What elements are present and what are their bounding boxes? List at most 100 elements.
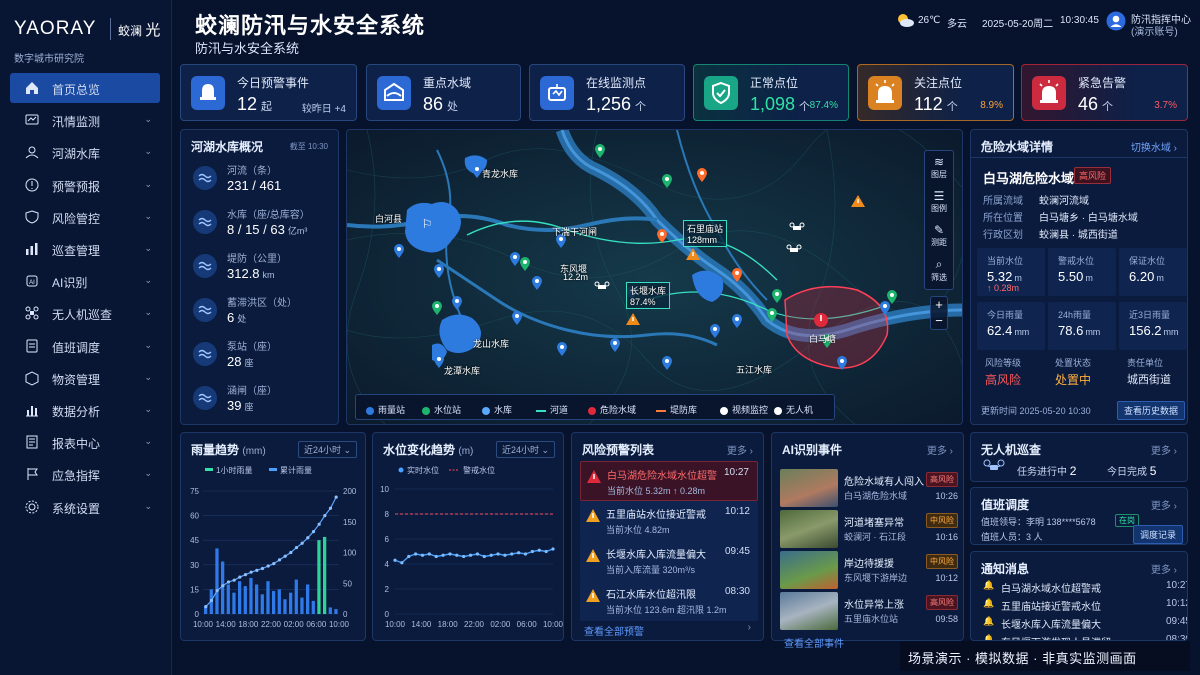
nav-label: 巡查管理 <box>52 244 101 258</box>
monitor-point-icon <box>540 76 574 110</box>
tool-legend[interactable]: ☰ 图例 <box>925 189 953 214</box>
nav-item-12[interactable]: 应急指挥 ⌄ <box>10 459 160 489</box>
risk-item[interactable]: 白马湖危险水域水位超警 当前水位 5.32m ↑ 0.28m 10:27 <box>580 461 758 501</box>
legend-item[interactable]: 视频监控 <box>720 403 768 416</box>
kpi-card-5[interactable]: 紧急告警 46 个 3.7% <box>1021 64 1188 121</box>
rain-range-select[interactable]: 近24小时 ⌄ <box>297 441 357 458</box>
water-range-select[interactable]: 近24小时 ⌄ <box>495 441 555 458</box>
overview-row[interactable]: 泵站（座） 28 座 <box>191 336 339 374</box>
dispatch-record-button[interactable]: 调度记录 <box>1133 525 1184 544</box>
kpi-card-2[interactable]: 在线监测点 1,256 个 <box>529 64 685 121</box>
risk-item[interactable]: 长堰水库入库流量偏大 当前入库流量 320m³/s 09:45 <box>580 541 758 581</box>
warning-light-icon <box>868 76 902 110</box>
risk-item[interactable]: 五里庙站水位接近警戒 当前水位 4.82m 10:12 <box>580 501 758 541</box>
update-time: 更新时间 2025-05-20 10:30 <box>981 406 1091 416</box>
camera-thumbnail[interactable] <box>780 469 838 507</box>
notice-item[interactable]: 🔔五里庙站接近警戒水位10:12 <box>983 598 1187 614</box>
overview-row[interactable]: 水库（座/总库容） 8 / 15 / 63 亿m³ <box>191 204 339 242</box>
nav-item-10[interactable]: 数据分析 ⌄ <box>10 395 160 425</box>
duty-persons: 值班人员：3 人 <box>981 532 1043 542</box>
patrol-icon <box>26 243 38 255</box>
legend-item[interactable]: 危险水域 <box>588 403 636 416</box>
legend-item[interactable]: 水位站 <box>422 403 461 416</box>
kpi-card-4[interactable]: 关注点位 112 个 8.9% <box>857 64 1014 121</box>
rain-bar <box>300 597 304 614</box>
notice-item[interactable]: 🔔白马湖水域水位超警戒10:27 <box>983 580 1187 596</box>
y-tick-label: 15 <box>190 585 199 594</box>
nav-item-11[interactable]: 报表中心 ⌄ <box>10 427 160 457</box>
history-button[interactable]: 查看历史数据 <box>1117 401 1186 420</box>
nav-item-0[interactable]: 首页总览 <box>10 73 160 103</box>
kpi-card-3[interactable]: 正常点位 1,098 个 87.4% <box>693 64 849 121</box>
nav-item-3[interactable]: 预警预报 ⌄ <box>10 170 160 200</box>
rain-bar <box>289 592 293 614</box>
camera-thumbnail[interactable] <box>780 510 838 548</box>
user-avatar-icon[interactable] <box>1106 11 1126 31</box>
tool-filter[interactable]: ⌕ 筛选 <box>925 257 953 283</box>
kpi-value: 112 个 <box>914 94 958 114</box>
nav-item-1[interactable]: 汛情监测 ⌄ <box>10 105 160 135</box>
map-view[interactable]: ⚐ 青龙水库 白河县 下湍干河闸 东风堰 12.2m 石里庙站 128mm 长堰水… <box>346 129 963 425</box>
legend-item[interactable]: 无人机 <box>774 403 813 416</box>
rain-bar <box>294 579 298 614</box>
kpi-card-0[interactable]: 今日预警事件 12 起较昨日 +4 <box>180 64 357 121</box>
nav-item-5[interactable]: 巡查管理 ⌄ <box>10 234 160 264</box>
map-canvas: ⚐ <box>347 130 962 424</box>
nav-item-13[interactable]: 系统设置 ⌄ <box>10 492 160 522</box>
nav-item-4[interactable]: 风险管控 ⌄ <box>10 202 160 232</box>
cumulative-point <box>311 529 316 534</box>
duty-more-link[interactable]: 更多 › <box>1151 497 1177 512</box>
date: 2025-05-20周二 <box>982 19 1054 30</box>
y-tick-label: 10 <box>380 485 389 494</box>
x-tick-label: 10:00 <box>193 620 214 629</box>
tool-layers[interactable]: ≋ 图层 <box>925 155 953 180</box>
notice-item[interactable]: 🔔长堰水库入库流量偏大09:45 <box>983 616 1187 632</box>
switch-water-button[interactable]: 切换水域 › <box>1131 139 1177 154</box>
all-ai-link[interactable]: 查看全部事件 <box>784 635 844 650</box>
chevron-down-icon: ⌄ <box>144 500 152 511</box>
legend-item[interactable]: 雨量站 <box>366 403 405 416</box>
all-risks-link[interactable]: 查看全部预警 <box>584 623 644 638</box>
legend-item[interactable]: 水库 <box>482 403 512 416</box>
nav-item-2[interactable]: 河湖水库 ⌄ <box>10 137 160 167</box>
legend-item[interactable]: 堤防库 <box>656 403 697 416</box>
zoom-out-button[interactable]: − <box>931 313 947 329</box>
ai-event-item[interactable]: 河道堵塞异常 蛟澜河 · 石江段 中风险 10:16 <box>780 510 960 550</box>
kpi-value: 46 个 <box>1078 94 1114 114</box>
overview-row[interactable]: 堤防（公里） 312.8 km <box>191 248 339 286</box>
kpi-card-1[interactable]: 重点水域 86 处 <box>366 64 521 121</box>
camera-thumbnail[interactable] <box>780 592 838 630</box>
map-label-baihe: 白河县 <box>375 214 403 224</box>
overview-panel: 河湖水库概况 截至 10:30 河流（条） 231 / 461 水库（座/总库容） 8… <box>180 129 339 425</box>
nav-item-7[interactable]: 无人机巡查 ⌄ <box>10 298 160 328</box>
legend-item[interactable]: 河道 <box>536 403 568 416</box>
water-level-point <box>503 553 507 557</box>
nav-item-6[interactable]: AI AI识别 ⌄ <box>10 266 160 296</box>
tool-measure[interactable]: ✎ 测距 <box>925 223 953 248</box>
divider <box>971 157 1187 158</box>
overview-row[interactable]: 河流（条） 231 / 461 <box>191 160 339 198</box>
home-icon <box>26 82 38 94</box>
overview-updated: 截至 10:30 <box>289 142 328 151</box>
overview-row[interactable]: 涵闸（座） 39 座 <box>191 380 339 418</box>
notice-item[interactable]: 🔔东风堰下游发现人员滞留08:30 <box>983 634 1187 640</box>
notice-more-link[interactable]: 更多 › <box>1151 561 1177 576</box>
drone-more-link[interactable]: 更多 › <box>1151 442 1177 457</box>
map-label-qinglong: 青龙水库 <box>482 169 519 179</box>
ai-event-item[interactable]: 水位异常上涨 五里庙水位站 高风险 09:58 <box>780 592 960 632</box>
rain-bar <box>311 600 315 614</box>
camera-thumbnail[interactable] <box>780 551 838 589</box>
zoom-in-button[interactable]: + <box>931 297 947 313</box>
ai-event-item[interactable]: 危险水域有人闯入 白马湖危险水域 高风险 10:26 <box>780 469 960 509</box>
cumulative-point <box>328 506 333 510</box>
ai-event-item[interactable]: 岸边待援援 东风堰下游岸边 中风险 10:12 <box>780 551 960 591</box>
ai-more-link[interactable]: 更多 › <box>927 442 953 457</box>
risk-more-link[interactable]: 更多 › <box>727 442 753 457</box>
nav-item-8[interactable]: 值班调度 ⌄ <box>10 331 160 361</box>
rain-station-icon <box>366 406 374 415</box>
risk-item[interactable]: 石江水库水位超汛限 当前水位 123.6m 超汛限 1.2m 08:30 <box>580 581 758 621</box>
nav-item-9[interactable]: 物资管理 ⌄ <box>10 363 160 393</box>
y-tick-label: 8 <box>385 510 390 519</box>
x-tick-label: 18:00 <box>238 620 259 629</box>
overview-row[interactable]: 蓄滞洪区（处） 6 处 <box>191 292 339 330</box>
